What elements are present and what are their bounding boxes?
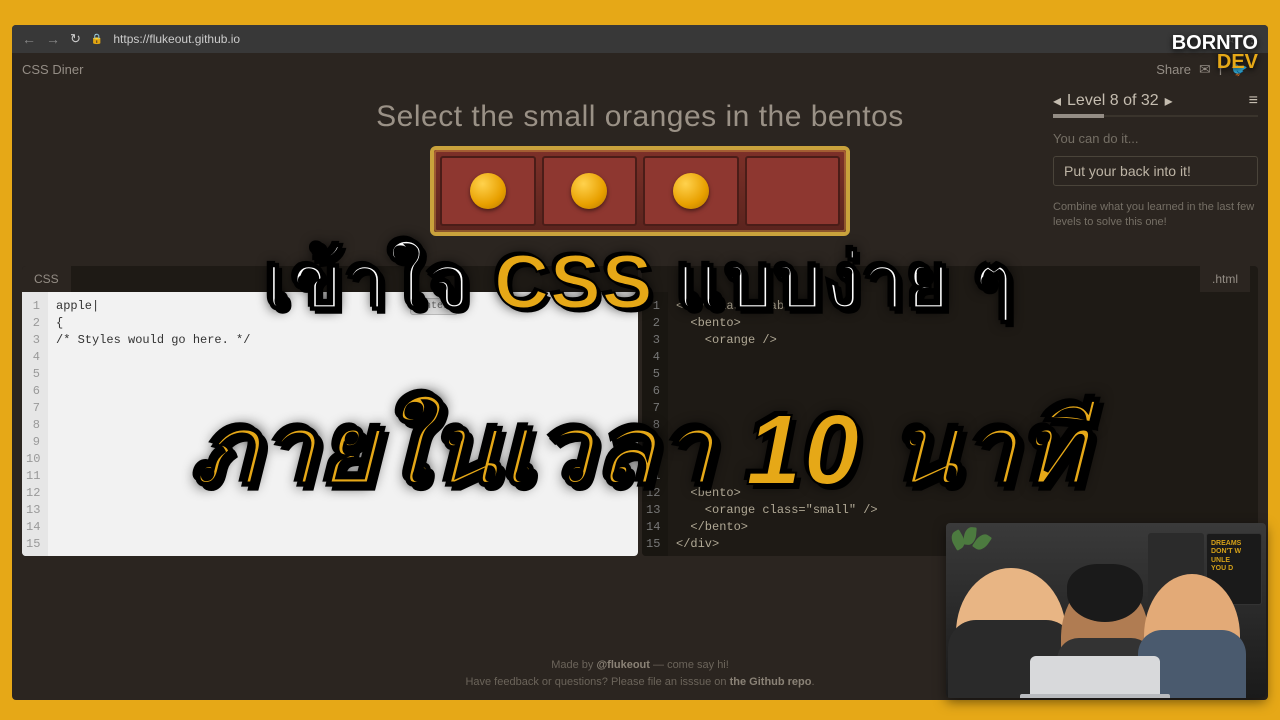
thumbnail-title-1: เข้าใจ CSS แบบง่าย ๆ [0, 222, 1280, 342]
bento-box[interactable] [542, 156, 638, 226]
level-prev-icon[interactable]: ◂ [1053, 91, 1061, 111]
tip-box: Put your back into it! [1053, 156, 1258, 186]
orange-item[interactable] [673, 173, 709, 209]
bento-box[interactable] [440, 156, 536, 226]
motivation-text: You can do it... [1053, 131, 1258, 146]
level-label: Level 8 of 32 [1067, 92, 1159, 110]
thumbnail-title-2: ภายในเวลา 10 นาที [0, 370, 1280, 529]
level-next-icon[interactable]: ▸ [1165, 91, 1173, 111]
webcam-overlay [946, 523, 1266, 698]
author-link[interactable]: @flukeout [596, 659, 650, 671]
progress-bar [1053, 115, 1258, 117]
level-indicator: ◂ Level 8 of 32 ▸ ≡ [1053, 91, 1258, 111]
repo-link[interactable]: the Github repo [730, 676, 812, 688]
orange-item[interactable] [470, 173, 506, 209]
url-text[interactable]: https://flukeout.github.io [113, 32, 1215, 46]
reload-icon[interactable]: ↻ [70, 31, 81, 47]
page-header: CSS Diner Share ✉ f 🐦 [12, 53, 1268, 82]
forward-icon[interactable]: → [46, 31, 60, 47]
back-icon[interactable]: ← [22, 31, 36, 47]
laptop [1030, 656, 1160, 698]
help-panel: ◂ Level 8 of 32 ▸ ≡ You can do it... Put… [1043, 81, 1268, 241]
bento-box[interactable] [643, 156, 739, 226]
app-title[interactable]: CSS Diner [22, 62, 83, 77]
bento-box[interactable] [745, 156, 841, 226]
level-menu-icon[interactable]: ≡ [1249, 92, 1258, 110]
lock-icon: 🔒 [91, 34, 103, 45]
brand-logo: BORNTO DEV [1172, 34, 1258, 72]
plant-decoration [950, 527, 1000, 567]
orange-item[interactable] [571, 173, 607, 209]
url-bar: ← → ↻ 🔒 https://flukeout.github.io ☆ ⋮ [12, 25, 1268, 53]
